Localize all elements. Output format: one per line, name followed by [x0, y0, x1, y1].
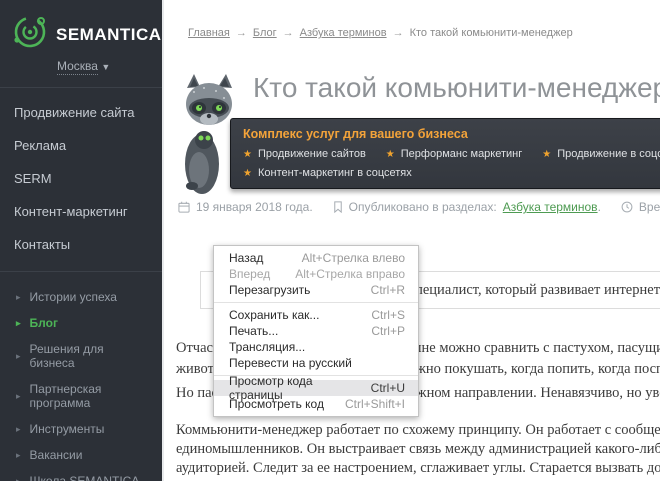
breadcrumb-separator: → [393, 27, 404, 39]
menu-item-shortcut: Ctrl+P [355, 324, 405, 338]
menu-item-label: Трансляция... [229, 340, 305, 354]
clock-icon [621, 201, 633, 213]
subnav-label: Решения для бизнеса [30, 342, 148, 370]
menu-item-label: Перезагрузить [229, 283, 310, 297]
subnav-label: Вакансии [30, 448, 83, 462]
context-menu-item-reload[interactable]: Перезагрузить Ctrl+R [214, 282, 418, 298]
bookmark-icon [333, 201, 343, 213]
banner-link-label: Контент-маркетинг в соцсетях [258, 167, 412, 179]
reading-time-label: Время чтения [639, 200, 660, 214]
breadcrumb-blog[interactable]: Блог [253, 27, 277, 39]
banner-link-social-promotion[interactable]: ★ Продвижение в соцсетях [542, 148, 660, 160]
paragraph-line: аудиторией. Следит за ее настроением, сг… [176, 459, 660, 478]
banner-link-site-promotion[interactable]: ★ Продвижение сайтов [243, 148, 366, 160]
page: SEMANTICA Москва ▼ Продвижение сайта Рек… [0, 0, 660, 481]
sidebar-item-blog[interactable]: ▸ Блог [0, 310, 162, 336]
menu-item-shortcut: Ctrl+U [355, 381, 405, 395]
triangle-right-icon: ▸ [16, 450, 21, 461]
paragraph: Коммьюнити-менеджер работает по схожему … [176, 421, 660, 478]
banner-row: ★ Контент-маркетинг в соцсетях [243, 167, 660, 179]
breadcrumb-current: Кто такой комьюнити-менеджер [410, 27, 573, 39]
context-menu-item-view-source[interactable]: Просмотр кода страницы Ctrl+U [214, 380, 418, 396]
context-menu-item-print[interactable]: Печать... Ctrl+P [214, 323, 418, 339]
published-in-label: Опубликовано в разделах: [349, 200, 497, 214]
subnav-label: Блог [30, 316, 58, 330]
context-menu-item-translate[interactable]: Перевести на русский [214, 355, 418, 371]
city-label: Москва [57, 59, 98, 75]
triangle-right-icon: ▸ [16, 292, 21, 303]
subnav-label: Школа SEMANTICA [30, 474, 140, 481]
context-menu-item-save-as[interactable]: Сохранить как... Ctrl+S [214, 307, 418, 323]
subnav-label: Истории успеха [30, 290, 117, 304]
star-icon: ★ [243, 168, 252, 179]
main-nav: Продвижение сайта Реклама SERM Контент-м… [0, 88, 162, 272]
breadcrumb-separator: → [283, 27, 294, 39]
star-icon: ★ [243, 149, 252, 160]
sidebar-item-partner-program[interactable]: ▸ Партнерская программа [0, 376, 162, 416]
banner-link-social-content-marketing[interactable]: ★ Контент-маркетинг в соцсетях [243, 167, 412, 179]
triangle-right-icon: ▸ [16, 476, 21, 481]
page-title: Кто такой комьюнити-менеджер [253, 72, 660, 104]
semantica-logo-icon [10, 12, 50, 57]
paragraph-line: Коммьюнити-менеджер работает по схожему … [176, 421, 660, 440]
context-menu: Назад Alt+Стрелка влево Вперед Alt+Стрел… [213, 245, 419, 417]
dot: . [598, 200, 601, 214]
sidebar-item-success-stories[interactable]: ▸ Истории успеха [0, 284, 162, 310]
banner-link-label: Перформанс маркетинг [401, 148, 523, 160]
sidebar-item-ads[interactable]: Реклама [0, 129, 162, 162]
menu-item-shortcut: Alt+Стрелка влево [286, 251, 405, 265]
sidebar: SEMANTICA Москва ▼ Продвижение сайта Рек… [0, 0, 164, 481]
triangle-right-icon: ▸ [16, 351, 21, 362]
banner-row: ★ Продвижение сайтов ★ Перформанс маркетин… [243, 148, 660, 160]
secondary-nav: ▸ Истории успеха ▸ Блог ▸ Решения для бизне… [0, 272, 162, 481]
menu-item-label: Перевести на русский [229, 356, 352, 370]
sidebar-item-content-marketing[interactable]: Контент-маркетинг [0, 195, 162, 228]
breadcrumb-separator: → [236, 27, 247, 39]
sidebar-item-tools[interactable]: ▸ Инструменты [0, 416, 162, 442]
triangle-right-icon: ▸ [16, 424, 21, 435]
breadcrumb-glossary[interactable]: Азбука терминов [300, 27, 387, 39]
menu-item-label: Просмотреть код [229, 397, 324, 411]
banner-title: Комплекс услуг для вашего бизнеса [243, 127, 660, 141]
menu-separator [214, 302, 418, 303]
menu-item-shortcut: Ctrl+R [355, 283, 405, 297]
sidebar-item-promotion[interactable]: Продвижение сайта [0, 96, 162, 129]
menu-item-label: Вперед [229, 267, 270, 281]
sidebar-item-contacts[interactable]: Контакты [0, 228, 162, 261]
star-icon: ★ [386, 149, 395, 160]
triangle-right-icon: ▸ [16, 318, 21, 329]
menu-item-shortcut: Alt+Стрелка вправо [279, 267, 405, 281]
menu-item-shortcut: Ctrl+Shift+I [329, 397, 405, 411]
breadcrumb-home[interactable]: Главная [188, 27, 230, 39]
sidebar-item-vacancies[interactable]: ▸ Вакансии [0, 442, 162, 468]
city-selector[interactable]: Москва ▼ [57, 59, 110, 73]
menu-item-label: Назад [229, 251, 263, 265]
banner-link-performance-marketing[interactable]: ★ Перформанс маркетинг [386, 148, 522, 160]
context-menu-item-inspect[interactable]: Просмотреть код Ctrl+Shift+I [214, 396, 418, 412]
breadcrumb: Главная → Блог → Азбука терминов → Кто такой к… [188, 27, 573, 39]
context-menu-item-back[interactable]: Назад Alt+Стрелка влево [214, 250, 418, 266]
logo[interactable]: SEMANTICA [10, 12, 152, 57]
sidebar-item-school[interactable]: ▸ Школа SEMANTICA [0, 468, 162, 481]
sidebar-item-business-solutions[interactable]: ▸ Решения для бизнеса [0, 336, 162, 376]
context-menu-item-forward[interactable]: Вперед Alt+Стрелка вправо [214, 266, 418, 282]
menu-item-label: Печать... [229, 324, 278, 338]
banner-link-label: Продвижение в соцсетях [557, 148, 660, 160]
banner-link-label: Продвижение сайтов [258, 148, 366, 160]
logo-text: SEMANTICA [56, 25, 162, 45]
article-meta: 19 января 2018 года. Опубликовано в разд… [178, 200, 660, 214]
paragraph-line: единомышленников. Он выстраивает связь м… [176, 440, 660, 459]
category-link[interactable]: Азбука терминов [503, 200, 598, 214]
chevron-down-icon: ▼ [101, 62, 110, 72]
subnav-label: Инструменты [30, 422, 105, 436]
sidebar-item-serm[interactable]: SERM [0, 162, 162, 195]
services-banner: Комплекс услуг для вашего бизнеса ★ Продв… [230, 118, 660, 189]
triangle-right-icon: ▸ [16, 391, 21, 402]
logo-block: SEMANTICA Москва ▼ [0, 0, 162, 88]
subnav-label: Партнерская программа [30, 382, 148, 410]
star-icon: ★ [542, 149, 551, 160]
menu-item-shortcut: Ctrl+S [355, 308, 405, 322]
context-menu-item-cast[interactable]: Трансляция... [214, 339, 418, 355]
menu-item-label: Сохранить как... [229, 308, 319, 322]
